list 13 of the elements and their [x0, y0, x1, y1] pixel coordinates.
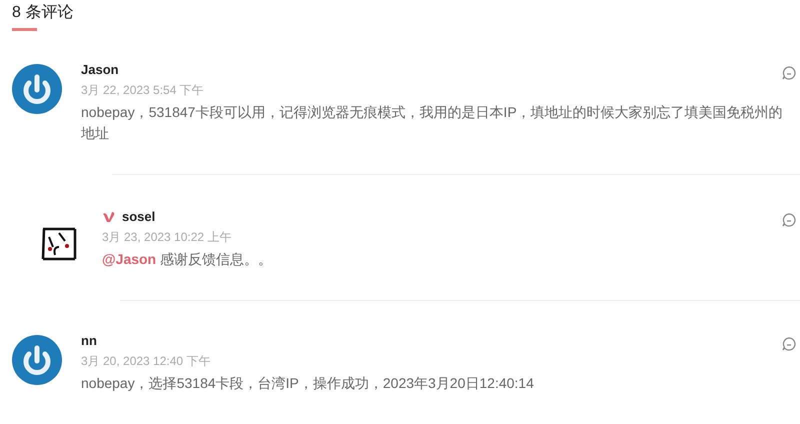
- reply-icon[interactable]: [782, 66, 796, 80]
- comment-text: @Jason 感谢反馈信息。。: [102, 250, 274, 269]
- comment-date: 3月 23, 2023 10:22 上午: [102, 229, 232, 246]
- author-name[interactable]: Jason: [81, 60, 119, 80]
- comment-date: 3月 20, 2023 12:40 下午: [81, 353, 212, 370]
- comment-text: nobepay，选择53184卡段，台湾IP，操作成功，2023年3月20日12:40:14: [81, 374, 535, 393]
- comments-heading: 8 条评论: [12, 3, 74, 23]
- comment-date: 3月 22, 2023 5:54 下午: [81, 82, 205, 99]
- author-name[interactable]: nn: [81, 331, 97, 351]
- author-name[interactable]: sosel: [122, 207, 156, 227]
- comment-text: nobepay，531847卡段可以用，记得浏览器无痕模式，我用的是日本IP，填地址的时候大家别忘了填美国免税州的地址: [81, 103, 784, 143]
- reply-icon[interactable]: [782, 337, 796, 351]
- reply-icon[interactable]: [782, 213, 796, 227]
